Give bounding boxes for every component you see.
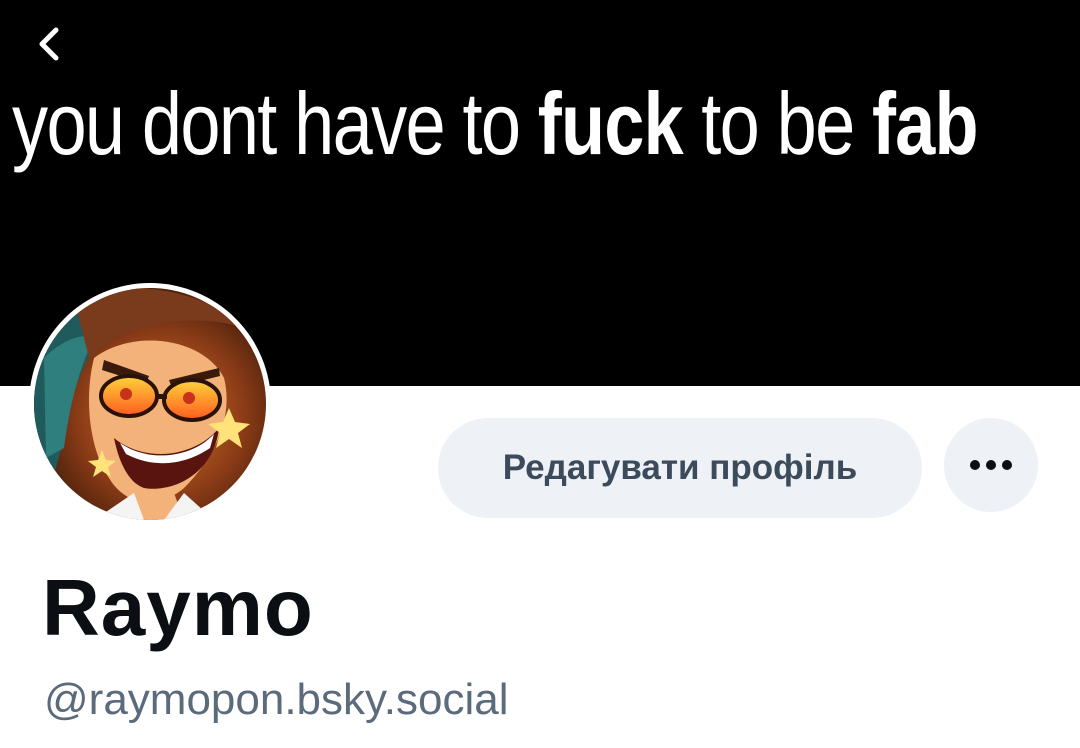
banner-text: you dont have to fuck to be fab: [12, 74, 979, 174]
avatar[interactable]: [29, 283, 271, 525]
avatar-image: [34, 288, 266, 520]
banner-text-part-3: to be: [682, 74, 872, 173]
more-dots-icon: [970, 460, 1012, 470]
profile-handle: @raymopon.bsky.social: [44, 675, 509, 724]
more-options-button[interactable]: [944, 418, 1038, 512]
display-name: Raymo: [42, 563, 314, 652]
banner-text-part-4: fab: [871, 74, 979, 173]
profile-page: you dont have to fuck to be fab Редагува…: [0, 0, 1080, 748]
chevron-left-icon: [39, 27, 59, 61]
banner-text-part-2: fuck: [537, 74, 684, 173]
edit-profile-button[interactable]: Редагувати профіль: [438, 418, 922, 518]
banner-text-part-1: you dont have to: [12, 74, 538, 173]
back-button[interactable]: [24, 20, 72, 68]
